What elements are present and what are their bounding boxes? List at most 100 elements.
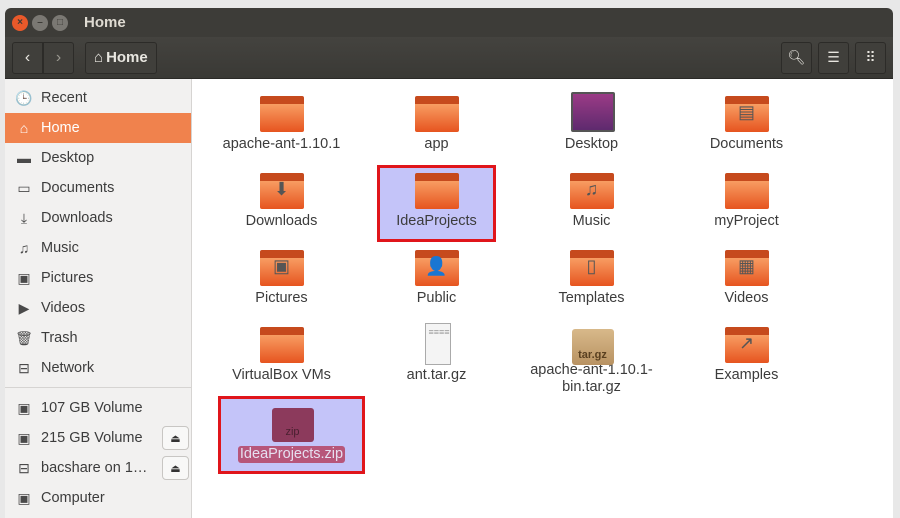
file-name: myProject: [714, 213, 779, 229]
videos-icon: ▶: [18, 299, 30, 316]
sidebar-divider: [5, 387, 191, 388]
file-item-apache-ant-1-10-1-bin-tar-gz[interactable]: tar.gz apache-ant-1.10.1-bin.tar.gz: [514, 319, 669, 396]
file-item-videos[interactable]: ▦ Videos: [669, 242, 824, 319]
folder-icon: [414, 96, 459, 132]
file-item-examples[interactable]: ↗ Examples: [669, 319, 824, 396]
pictures-icon: ▣: [17, 269, 31, 286]
file-name: Public: [416, 290, 457, 306]
file-item-public[interactable]: 👤 Public: [359, 242, 514, 319]
computer-icon: ▣: [17, 489, 31, 506]
folder-icon: [414, 173, 459, 209]
sidebar-item-label: Home: [41, 120, 80, 136]
file-name: app: [424, 136, 449, 152]
eject-button[interactable]: ⏏: [162, 426, 189, 450]
file-item-ideaprojects[interactable]: IdeaProjects: [377, 165, 496, 242]
file-item-templates[interactable]: ▯ Templates: [514, 242, 669, 319]
file-view: apache-ant-1.10.1 app Desktop ▤ Documents ⬇ Do…: [199, 79, 893, 518]
file-item-myproject[interactable]: myProject: [669, 165, 824, 242]
folder-emblem-icon: ↗: [738, 333, 755, 353]
sidebar-item-label: 215 GB Volume: [41, 430, 143, 446]
grid-view-icon: ⠿: [865, 49, 876, 65]
file-name: VirtualBox VMs: [232, 367, 331, 383]
list-view-button[interactable]: ☰: [818, 41, 849, 74]
grid-view-button[interactable]: ⠿: [855, 41, 886, 74]
file-item-apache-ant-1-10-1[interactable]: apache-ant-1.10.1: [204, 88, 359, 165]
file-name: Examples: [714, 367, 779, 383]
sidebar-item-desktop[interactable]: ▬ Desktop: [5, 143, 191, 173]
sidebar-item-label: Pictures: [41, 270, 94, 286]
sidebar-item-recent[interactable]: 🕒 Recent: [5, 83, 191, 113]
archive-icon: tar.gz: [571, 329, 614, 365]
file-item-app[interactable]: app: [359, 88, 514, 165]
sidebar-item-107-gb-volume[interactable]: ▣ 107 GB Volume: [5, 393, 191, 423]
desktop-icon: [570, 92, 615, 132]
file-item-music[interactable]: ♫ Music: [514, 165, 669, 242]
sidebar-item-network[interactable]: ⊟ Network: [5, 353, 191, 383]
sidebar-item-label: Recent: [41, 90, 87, 106]
folder-emblem-icon: ▦: [737, 256, 755, 276]
sidebar-item-label: Documents: [41, 180, 115, 196]
folder-emblem-icon: ♫: [584, 179, 599, 199]
sidebar-item-home[interactable]: ⌂ Home: [5, 113, 191, 143]
window-title: Home: [84, 14, 126, 31]
sidebar-item-label: Network: [41, 360, 95, 376]
file-name: ant.tar.gz: [406, 367, 467, 383]
sidebar-item-label: Trash: [41, 330, 78, 346]
trash-icon: 🗑: [15, 329, 33, 346]
sidebar-item-pictures[interactable]: ▣ Pictures: [5, 263, 191, 293]
maximize-button[interactable]: □: [52, 14, 68, 31]
sidebar-item-215-gb-volume[interactable]: ▣ 215 GB Volume ⏏: [5, 423, 191, 453]
file-item-desktop[interactable]: Desktop: [514, 88, 669, 165]
file-item-ant-tar-gz[interactable]: ≡≡≡≡≡≡ ant.tar.gz: [359, 319, 514, 396]
title-bar: × – □ Home: [5, 8, 893, 37]
file-item-downloads[interactable]: ⬇ Downloads: [204, 165, 359, 242]
file-name: apache-ant-1.10.1-bin.tar.gz: [530, 362, 653, 395]
close-button[interactable]: ×: [12, 14, 28, 31]
file-name: apache-ant-1.10.1: [222, 136, 341, 152]
documents-icon: ▭: [17, 179, 31, 196]
document-icon: ≡≡≡≡≡≡: [424, 323, 451, 365]
215-gb-volume-icon: ▣: [17, 429, 31, 446]
back-button[interactable]: ‹: [12, 41, 43, 74]
sidebar-item-bacshare-on-1[interactable]: ⊟ bacshare on 1… ⏏: [5, 453, 191, 483]
downloads-icon: ⤓: [20, 209, 28, 226]
folder-icon: [724, 173, 769, 209]
sidebar-item-label: bacshare on 1…: [41, 460, 148, 476]
sidebar-item-music[interactable]: ♫ Music: [5, 233, 191, 263]
folder-icon: [259, 96, 304, 132]
107-gb-volume-icon: ▣: [17, 399, 31, 416]
folder-emblem-icon: ▤: [737, 102, 755, 122]
folder-emblem-icon: ▣: [272, 256, 290, 276]
sidebar-item-downloads[interactable]: ⤓ Downloads: [5, 203, 191, 233]
music-icon: ♫: [18, 240, 30, 256]
bacshare-on-1-icon: ⊟: [18, 459, 30, 476]
sidebar-item-documents[interactable]: ▭ Documents: [5, 173, 191, 203]
sidebar-item-trash[interactable]: 🗑 Trash: [5, 323, 191, 353]
file-item-virtualbox-vms[interactable]: VirtualBox VMs: [204, 319, 359, 396]
sidebar-item-label: Music: [41, 240, 79, 256]
sidebar-item-label: Downloads: [41, 210, 113, 226]
sidebar: 🕒 Recent ⌂ Home ▬ Desktop ▭ Documents ⤓ Downloads…: [5, 79, 192, 518]
file-item-documents[interactable]: ▤ Documents: [669, 88, 824, 165]
file-name: Videos: [724, 290, 769, 306]
file-item-pictures[interactable]: ▣ Pictures: [204, 242, 359, 319]
file-name: Music: [572, 213, 611, 229]
file-manager-window: × – □ Home ‹ › ⌂ Home 🔍︎ ☰ ⠿ 🕒 Recent ⌂ Home…: [5, 8, 893, 518]
minimize-button[interactable]: –: [32, 14, 48, 31]
eject-button[interactable]: ⏏: [162, 456, 189, 480]
network-icon: ⊟: [18, 359, 30, 376]
search-button[interactable]: 🔍︎: [781, 41, 812, 74]
file-name: Pictures: [255, 290, 308, 306]
file-name: IdeaProjects.zip: [237, 446, 346, 463]
breadcrumb-home[interactable]: ⌂ Home: [85, 41, 157, 74]
sidebar-item-label: Desktop: [41, 150, 95, 166]
home-icon: ⌂: [19, 120, 29, 136]
sidebar-item-computer[interactable]: ▣ Computer: [5, 483, 191, 513]
search-icon: 🔍︎: [787, 49, 806, 65]
sidebar-item-videos[interactable]: ▶ Videos: [5, 293, 191, 323]
forward-button[interactable]: ›: [43, 41, 74, 74]
file-item-ideaprojects-zip[interactable]: zip IdeaProjects.zip: [218, 396, 365, 474]
folder-icon: [259, 327, 304, 363]
sidebar-item-label: Computer: [41, 490, 105, 506]
desktop-icon: ▬: [17, 150, 31, 166]
